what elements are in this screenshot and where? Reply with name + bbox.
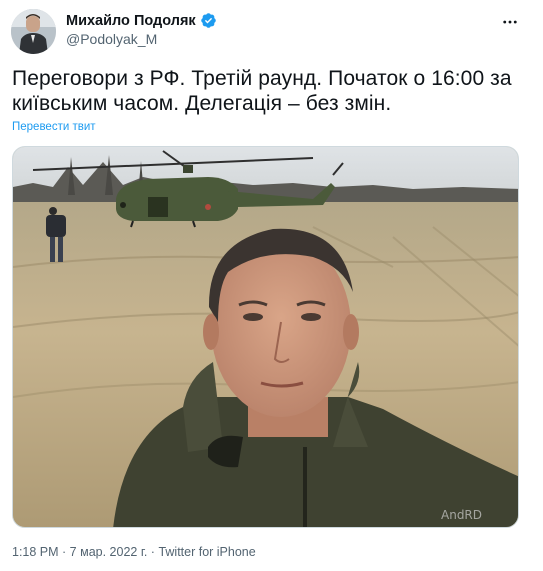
tweet-source[interactable]: Twitter for iPhone <box>158 545 255 559</box>
photo-image: AndRD <box>13 147 518 527</box>
translate-tweet-link[interactable]: Перевести твит <box>12 121 96 133</box>
author-name-row: Михайло Подоляк <box>66 12 217 29</box>
tweet-photo[interactable]: AndRD <box>12 146 519 528</box>
tweet-date[interactable]: 7 мар. 2022 г. <box>70 545 148 559</box>
tweet-time[interactable]: 1:18 PM <box>12 545 59 559</box>
tweet-text: Переговори з РФ. Третій раунд. Початок о… <box>12 67 512 115</box>
more-dots-icon <box>503 20 517 24</box>
verified-badge-icon <box>200 13 216 28</box>
tweet-meta: 1:18 PM · 7 мар. 2022 г. · Twitter for i… <box>12 545 256 559</box>
meta-separator: · <box>147 545 159 559</box>
photo-watermark: AndRD <box>441 508 482 522</box>
more-options-button[interactable] <box>499 11 521 33</box>
profile-photo-icon <box>11 9 56 54</box>
meta-separator: · <box>58 545 70 559</box>
tweet-card: Михайло Подоляк @Podolyak_M Переговори з… <box>0 0 543 571</box>
avatar[interactable] <box>11 9 56 54</box>
display-name[interactable]: Михайло Подоляк <box>66 13 196 29</box>
author-handle[interactable]: @Podolyak_M <box>66 31 157 47</box>
